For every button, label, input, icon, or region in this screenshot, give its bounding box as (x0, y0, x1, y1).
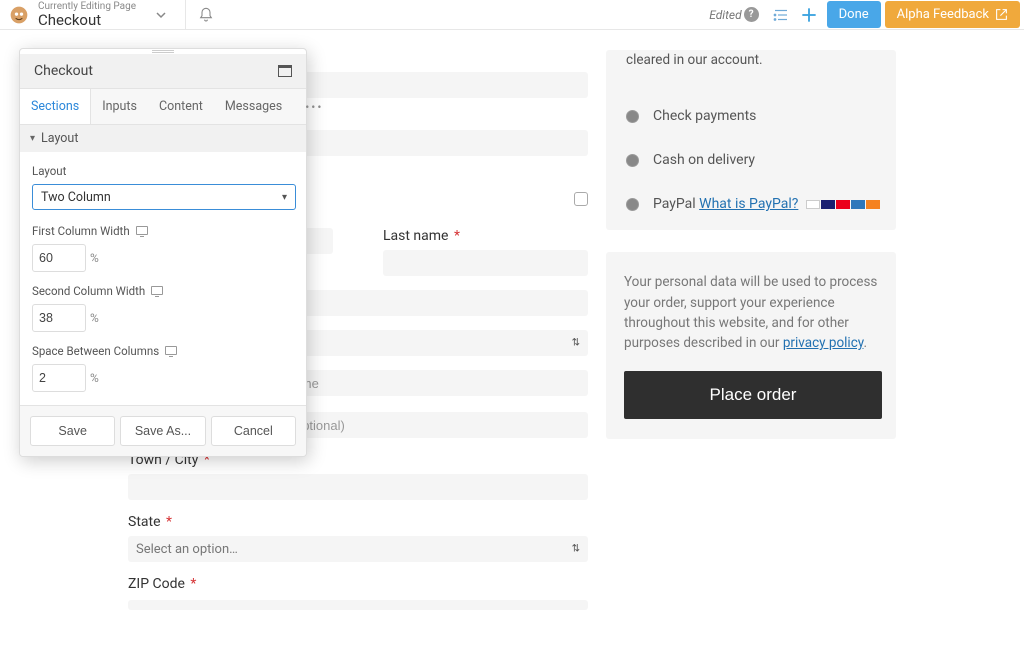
payment-option-check[interactable]: Check payments (606, 94, 896, 138)
zip-label: ZIP Code (128, 576, 185, 592)
panel-tabs: Sections Inputs Content Messages ••• (20, 89, 306, 125)
tab-more-button[interactable]: ••• (293, 92, 335, 122)
tab-sections[interactable]: Sections (20, 89, 91, 124)
desktop-icon[interactable] (165, 346, 177, 355)
panel-save-as-button[interactable]: Save As... (120, 416, 205, 446)
chevron-down-icon: ▾ (282, 192, 287, 203)
radio-icon (626, 198, 639, 211)
what-is-paypal-link[interactable]: What is PayPal? (699, 196, 798, 212)
payment-option-label: Check payments (653, 108, 756, 124)
space-between-input[interactable] (32, 364, 86, 392)
chevron-updown-icon: ⇅ (572, 544, 580, 555)
brand-logo[interactable] (4, 0, 34, 30)
edited-indicator: Edited (709, 8, 741, 22)
editor-topbar: Currently Editing Page Checkout Edited ?… (0, 0, 1024, 30)
first-col-width-input[interactable] (32, 244, 86, 272)
settings-panel: Checkout Sections Inputs Content Message… (19, 48, 307, 457)
second-col-width-label: Second Column Width (32, 284, 145, 298)
layout-section-label: Layout (41, 131, 78, 146)
add-button[interactable] (795, 1, 823, 29)
desktop-icon[interactable] (151, 286, 163, 295)
bank-transfer-note-fragment: cleared in our account. (626, 50, 876, 88)
tab-content[interactable]: Content (148, 89, 214, 124)
sidebar-column: cleared in our account. Check payments C… (606, 50, 896, 613)
page-title: Checkout (38, 12, 136, 29)
maximize-icon[interactable] (278, 65, 292, 77)
help-icon[interactable]: ? (744, 7, 759, 22)
tab-inputs[interactable]: Inputs (91, 89, 148, 124)
layout-field-label: Layout (32, 164, 296, 178)
privacy-policy-link[interactable]: privacy policy (783, 335, 864, 351)
second-col-width-input[interactable] (32, 304, 86, 332)
done-button[interactable]: Done (827, 1, 881, 28)
alpha-feedback-label: Alpha Feedback (897, 7, 989, 22)
state-label: State (128, 514, 161, 530)
privacy-order-box: Your personal data will be used to proce… (606, 252, 896, 439)
page-dropdown-toggle[interactable] (136, 0, 186, 30)
place-order-button[interactable]: Place order (624, 371, 882, 419)
panel-footer: Save Save As... Cancel (20, 405, 306, 456)
alpha-feedback-button[interactable]: Alpha Feedback (885, 1, 1020, 28)
percent-unit: % (90, 311, 110, 325)
desktop-icon[interactable] (136, 226, 148, 235)
chevron-updown-icon: ⇅ (572, 338, 580, 349)
last-name-label: Last name (383, 228, 448, 244)
panel-body[interactable]: ▾ Layout Layout Two Column ▾ First Colum… (20, 125, 306, 405)
percent-unit: % (90, 251, 110, 265)
percent-unit: % (90, 371, 110, 385)
state-select[interactable]: Select an option… ⇅ (128, 536, 588, 562)
payment-option-label: PayPal (653, 196, 696, 212)
state-select-placeholder: Select an option… (136, 542, 238, 557)
payment-option-label: Cash on delivery (653, 152, 755, 168)
payment-methods: cleared in our account. Check payments C… (606, 50, 896, 230)
last-name-input[interactable] (383, 250, 588, 276)
layout-dropdown-value: Two Column (41, 190, 111, 205)
zip-input[interactable] (128, 600, 588, 610)
radio-icon (626, 110, 639, 123)
page-block[interactable]: Currently Editing Page Checkout (38, 1, 136, 29)
chevron-down-icon: ▾ (30, 133, 35, 144)
space-between-label: Space Between Columns (32, 344, 159, 358)
panel-title: Checkout (34, 63, 278, 79)
tab-messages[interactable]: Messages (214, 89, 293, 124)
panel-header: Checkout (20, 54, 306, 89)
layout-section-header[interactable]: ▾ Layout (20, 125, 306, 152)
layout-dropdown[interactable]: Two Column ▾ (32, 184, 296, 210)
notifications-button[interactable] (186, 0, 226, 30)
town-input[interactable] (128, 474, 588, 500)
first-col-width-label: First Column Width (32, 224, 130, 238)
outline-button[interactable] (767, 1, 795, 29)
payment-option-paypal[interactable]: PayPal What is PayPal? (606, 182, 896, 226)
card-brand-icons (806, 200, 880, 209)
privacy-text: Your personal data will be used to proce… (624, 272, 878, 353)
panel-cancel-button[interactable]: Cancel (211, 416, 296, 446)
payment-option-cod[interactable]: Cash on delivery (606, 138, 896, 182)
panel-save-button[interactable]: Save (30, 416, 115, 446)
ship-to-different-checkbox[interactable] (574, 192, 588, 206)
radio-icon (626, 154, 639, 167)
